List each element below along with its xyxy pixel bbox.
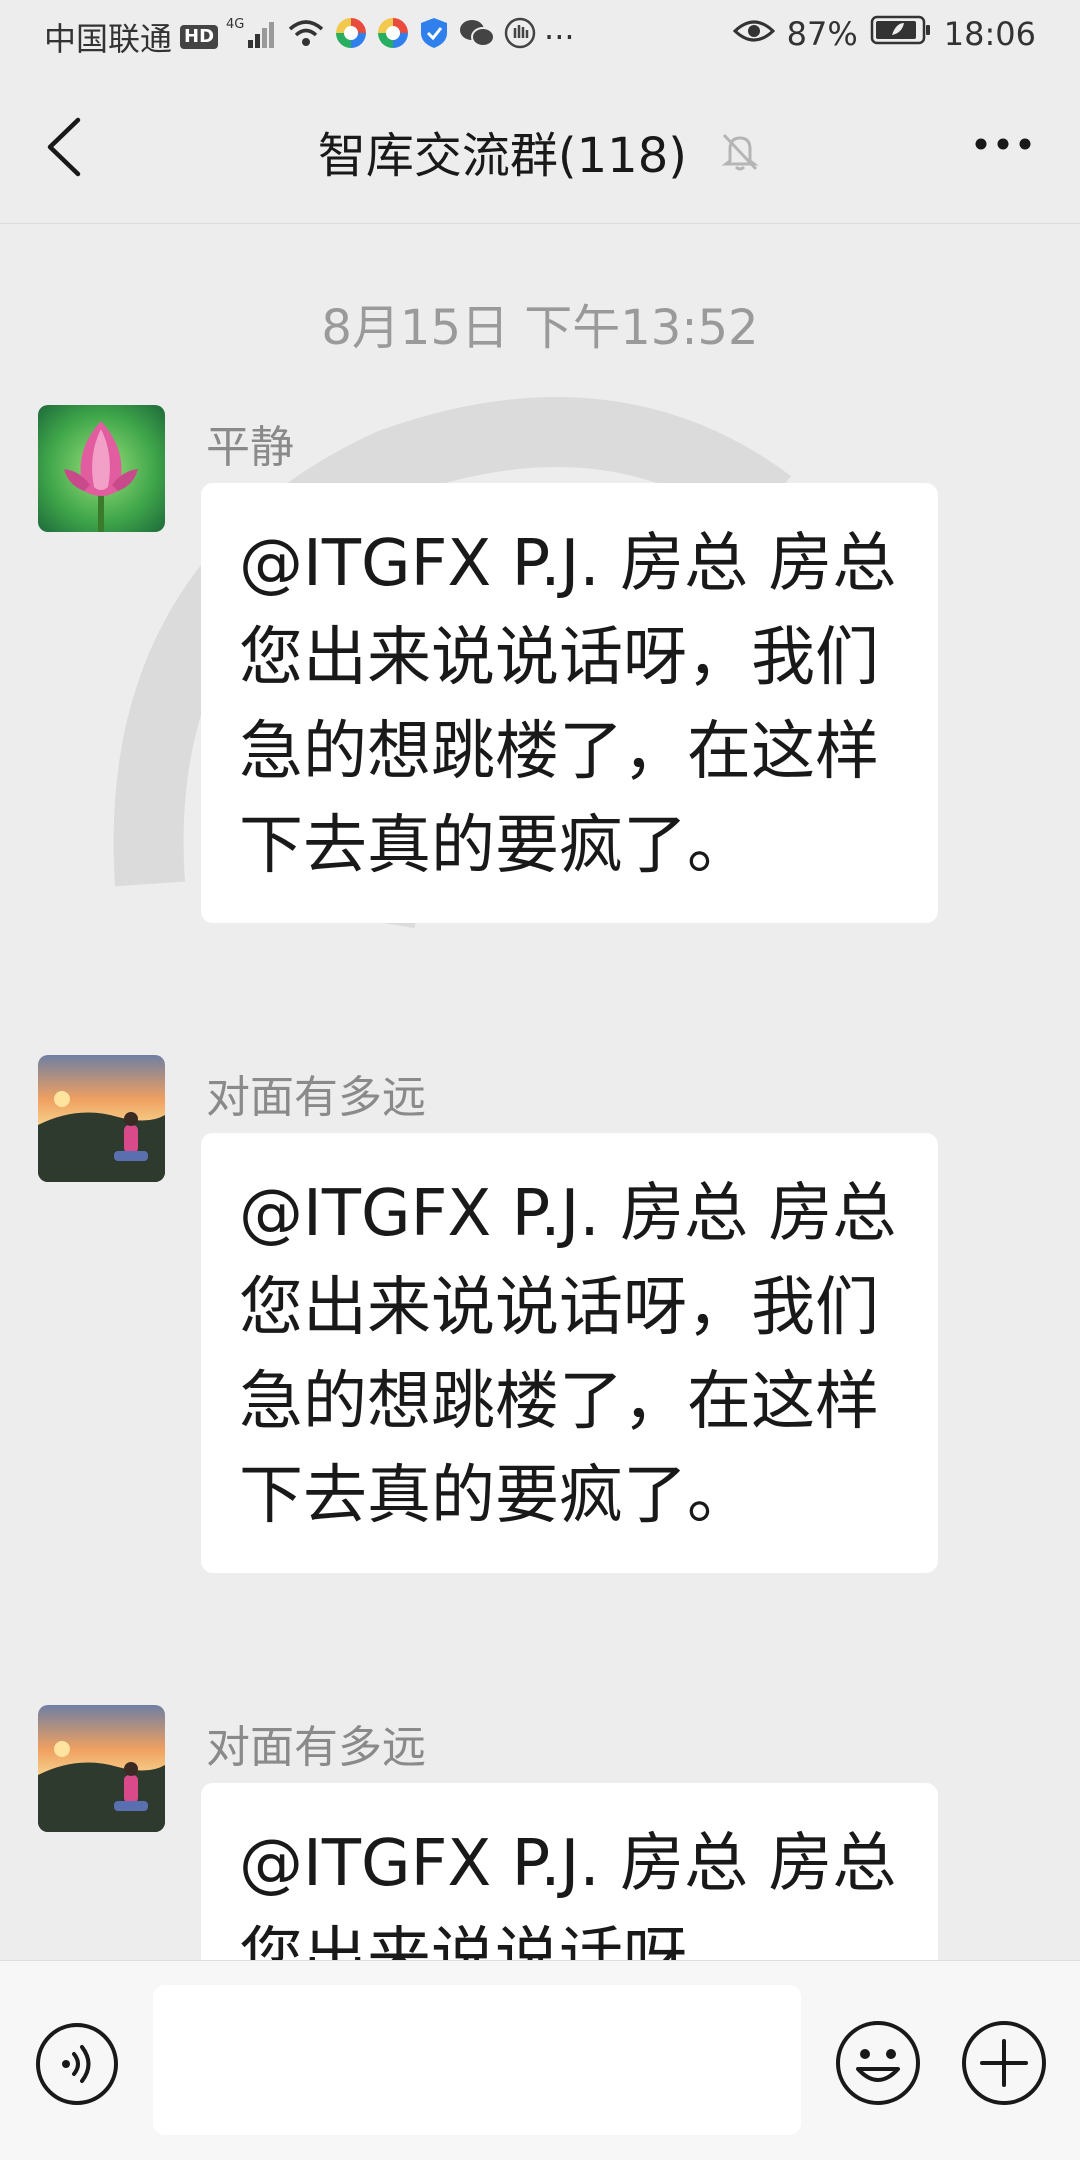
carrier-label: 中国联通 [44, 20, 173, 58]
sunset-avatar[interactable] [38, 1705, 165, 1832]
battery-icon [870, 14, 932, 54]
status-bar: 中国联通 HD 4G ··· 87% 18:06 [0, 0, 1080, 72]
status-right: 87% 18:06 [732, 14, 1036, 54]
sunset-avatar[interactable] [38, 1055, 165, 1182]
status-left: 中国联通 HD 4G ··· [44, 14, 575, 60]
voice-icon [36, 2023, 118, 2105]
message-list[interactable]: 8月15日 下午13:52 平静 @ITGFX P.J. 房总 房总您出来说说话… [0, 224, 1080, 1960]
bell-off-icon [718, 129, 762, 173]
plus-button[interactable] [960, 2019, 1048, 2107]
eye-icon [732, 15, 775, 53]
clock-time: 18:06 [943, 15, 1036, 53]
battery-percent: 87% [786, 15, 858, 53]
emoji-button[interactable] [834, 2019, 922, 2107]
more-dots-icon [975, 138, 1031, 150]
title-area: 智库交流群(118) [0, 116, 1080, 186]
sender-name: 对面有多远 [206, 1072, 426, 1123]
app-notification-icon [334, 16, 368, 58]
message-bubble[interactable]: @ITGFX P.J. 房总 房总您出来说说话呀，我们急的想跳楼了，在这样下去真… [201, 483, 938, 923]
shield-icon [418, 16, 450, 58]
voice-button[interactable] [34, 2021, 120, 2107]
message-bubble[interactable]: @ITGFX P.J. 房总 房总您出来说说话呀，我们急的想跳楼了，在这样下去真… [201, 1133, 938, 1573]
message-input[interactable] [153, 1985, 801, 2135]
chat-header: 智库交流群(118) [0, 72, 1080, 224]
plus-icon [962, 2021, 1046, 2105]
chat-screen: 中国联通 HD 4G ··· 87% 18:06 智库交流群(118) 8月15… [0, 0, 1080, 2160]
lotus-avatar[interactable] [38, 405, 165, 532]
app-notification-icon [376, 16, 410, 58]
network-type-label: 4G [226, 17, 244, 32]
sender-name: 对面有多远 [206, 1722, 426, 1773]
hd-badge: HD [180, 25, 219, 49]
input-bar [0, 1960, 1080, 2160]
hand-icon [504, 16, 536, 58]
group-title: 智库交流群(118) [317, 128, 687, 184]
wechat-icon [458, 17, 496, 57]
sender-name: 平静 [206, 422, 294, 473]
emoji-icon [836, 2021, 920, 2105]
signal-icon: 4G [226, 16, 278, 58]
message-bubble[interactable]: @ITGFX P.J. 房总 房总您出来说说话呀， [201, 1783, 938, 1960]
more-notifications-icon: ··· [544, 18, 575, 56]
wifi-icon [286, 17, 326, 57]
message-timestamp: 8月15日 下午13:52 [321, 300, 759, 356]
more-options-button[interactable] [970, 124, 1036, 164]
